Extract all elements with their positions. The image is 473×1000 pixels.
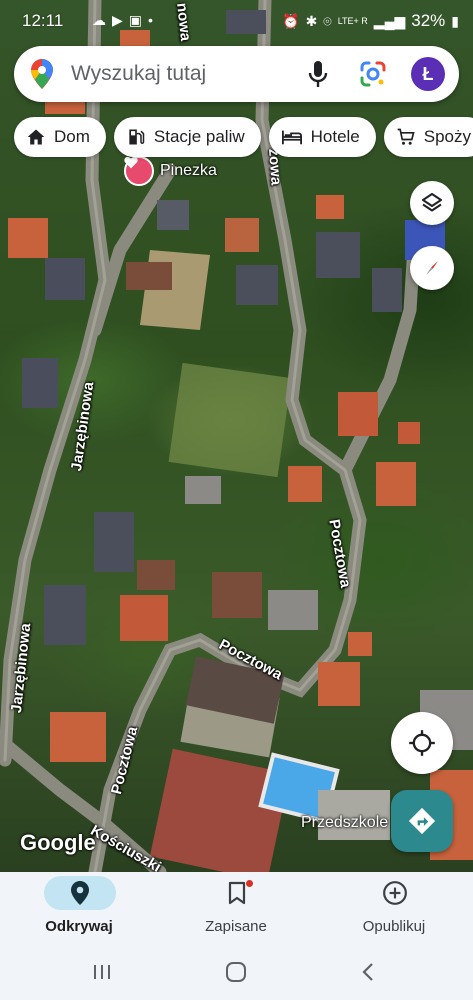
search-input[interactable]: Wyszukaj tutaj xyxy=(71,62,206,86)
layers-icon xyxy=(422,193,442,212)
category-chips: Dom Stacje paliw Hotele Spoży xyxy=(14,117,473,157)
directions-icon xyxy=(408,807,436,835)
add-circle-icon xyxy=(359,876,431,910)
explore-pin-icon xyxy=(44,876,116,910)
bookmark-icon xyxy=(201,876,273,910)
chip-groceries[interactable]: Spoży xyxy=(383,117,473,157)
compass-icon xyxy=(426,261,438,275)
battery-level: 32% xyxy=(411,11,446,30)
chip-home-label: Dom xyxy=(54,127,90,146)
alarm-icon: ⏰ xyxy=(282,12,300,29)
bluetooth-icon: ✱ xyxy=(305,12,318,29)
chip-gas-stations-label: Stacje paliw xyxy=(153,127,245,146)
home-icon xyxy=(27,129,45,145)
notification-icons: ☁ ▶ ▣ • xyxy=(92,12,153,29)
recents-icon xyxy=(94,965,110,979)
gas-station-icon xyxy=(129,129,145,145)
system-icons: ⏰ ✱ ⌾ LTE+ R ▂▄▆ 32% ▮ xyxy=(282,11,459,31)
my-location-icon xyxy=(409,730,435,756)
chip-gas-stations[interactable]: Stacje paliw xyxy=(113,117,261,157)
back-button[interactable] xyxy=(348,958,388,986)
nav-saved-label: Zapisane xyxy=(205,918,267,935)
recents-button[interactable] xyxy=(82,958,122,986)
dot-icon: • xyxy=(148,12,153,28)
chip-hotels[interactable]: Hotele xyxy=(268,117,376,157)
directions-button[interactable] xyxy=(391,790,453,852)
youtube-icon: ▶ xyxy=(112,12,123,28)
chip-home[interactable]: Dom xyxy=(14,117,106,157)
my-location-button[interactable] xyxy=(391,712,453,774)
bed-icon xyxy=(281,130,302,145)
signal-icon: ▂▄▆ xyxy=(373,12,406,29)
battery-icon: ▮ xyxy=(451,12,459,29)
bottom-navigation: Odkrywaj Zapisane Opublikuj xyxy=(0,872,473,944)
location-icon: ⌾ xyxy=(323,12,332,29)
status-time: 12:11 xyxy=(22,11,64,30)
poi-label-przedszkole[interactable]: Przedszkole xyxy=(301,814,388,832)
nav-contribute[interactable]: Opublikuj xyxy=(319,872,469,944)
cart-icon xyxy=(397,128,415,145)
microphone-icon[interactable] xyxy=(308,60,328,93)
saved-pin-label: Pinezka xyxy=(160,162,217,179)
cloud-icon: ☁ xyxy=(92,12,106,28)
back-icon xyxy=(362,963,373,981)
status-bar: 12:11 ☁ ▶ ▣ • ⏰ ✱ ⌾ LTE+ R ▂▄▆ 32% ▮ xyxy=(0,0,473,44)
gallery-icon: ▣ xyxy=(128,12,143,28)
chip-hotels-label: Hotele xyxy=(310,127,360,146)
google-lens-icon[interactable] xyxy=(359,60,387,93)
home-system-button[interactable] xyxy=(216,958,256,986)
nav-explore-label: Odkrywaj xyxy=(45,918,113,935)
account-avatar[interactable]: Ł xyxy=(411,57,445,91)
google-logo: Google xyxy=(20,830,96,855)
layers-button[interactable] xyxy=(410,181,454,225)
maps-logo-icon xyxy=(31,59,53,94)
nav-contribute-label: Opublikuj xyxy=(362,918,426,935)
chip-groceries-label: Spoży xyxy=(423,127,472,146)
nav-saved[interactable]: Zapisane xyxy=(161,872,311,944)
system-navigation-bar xyxy=(0,944,473,1000)
search-bar[interactable]: Wyszukaj tutaj Ł xyxy=(14,46,459,102)
nav-explore[interactable]: Odkrywaj xyxy=(4,872,154,944)
network-label: LTE+ R xyxy=(337,16,368,26)
home-system-icon xyxy=(226,962,246,982)
saved-place-pin[interactable]: Pinezka xyxy=(124,156,217,186)
heart-icon xyxy=(124,156,154,186)
compass-button[interactable] xyxy=(410,246,454,290)
notification-dot xyxy=(246,880,253,887)
